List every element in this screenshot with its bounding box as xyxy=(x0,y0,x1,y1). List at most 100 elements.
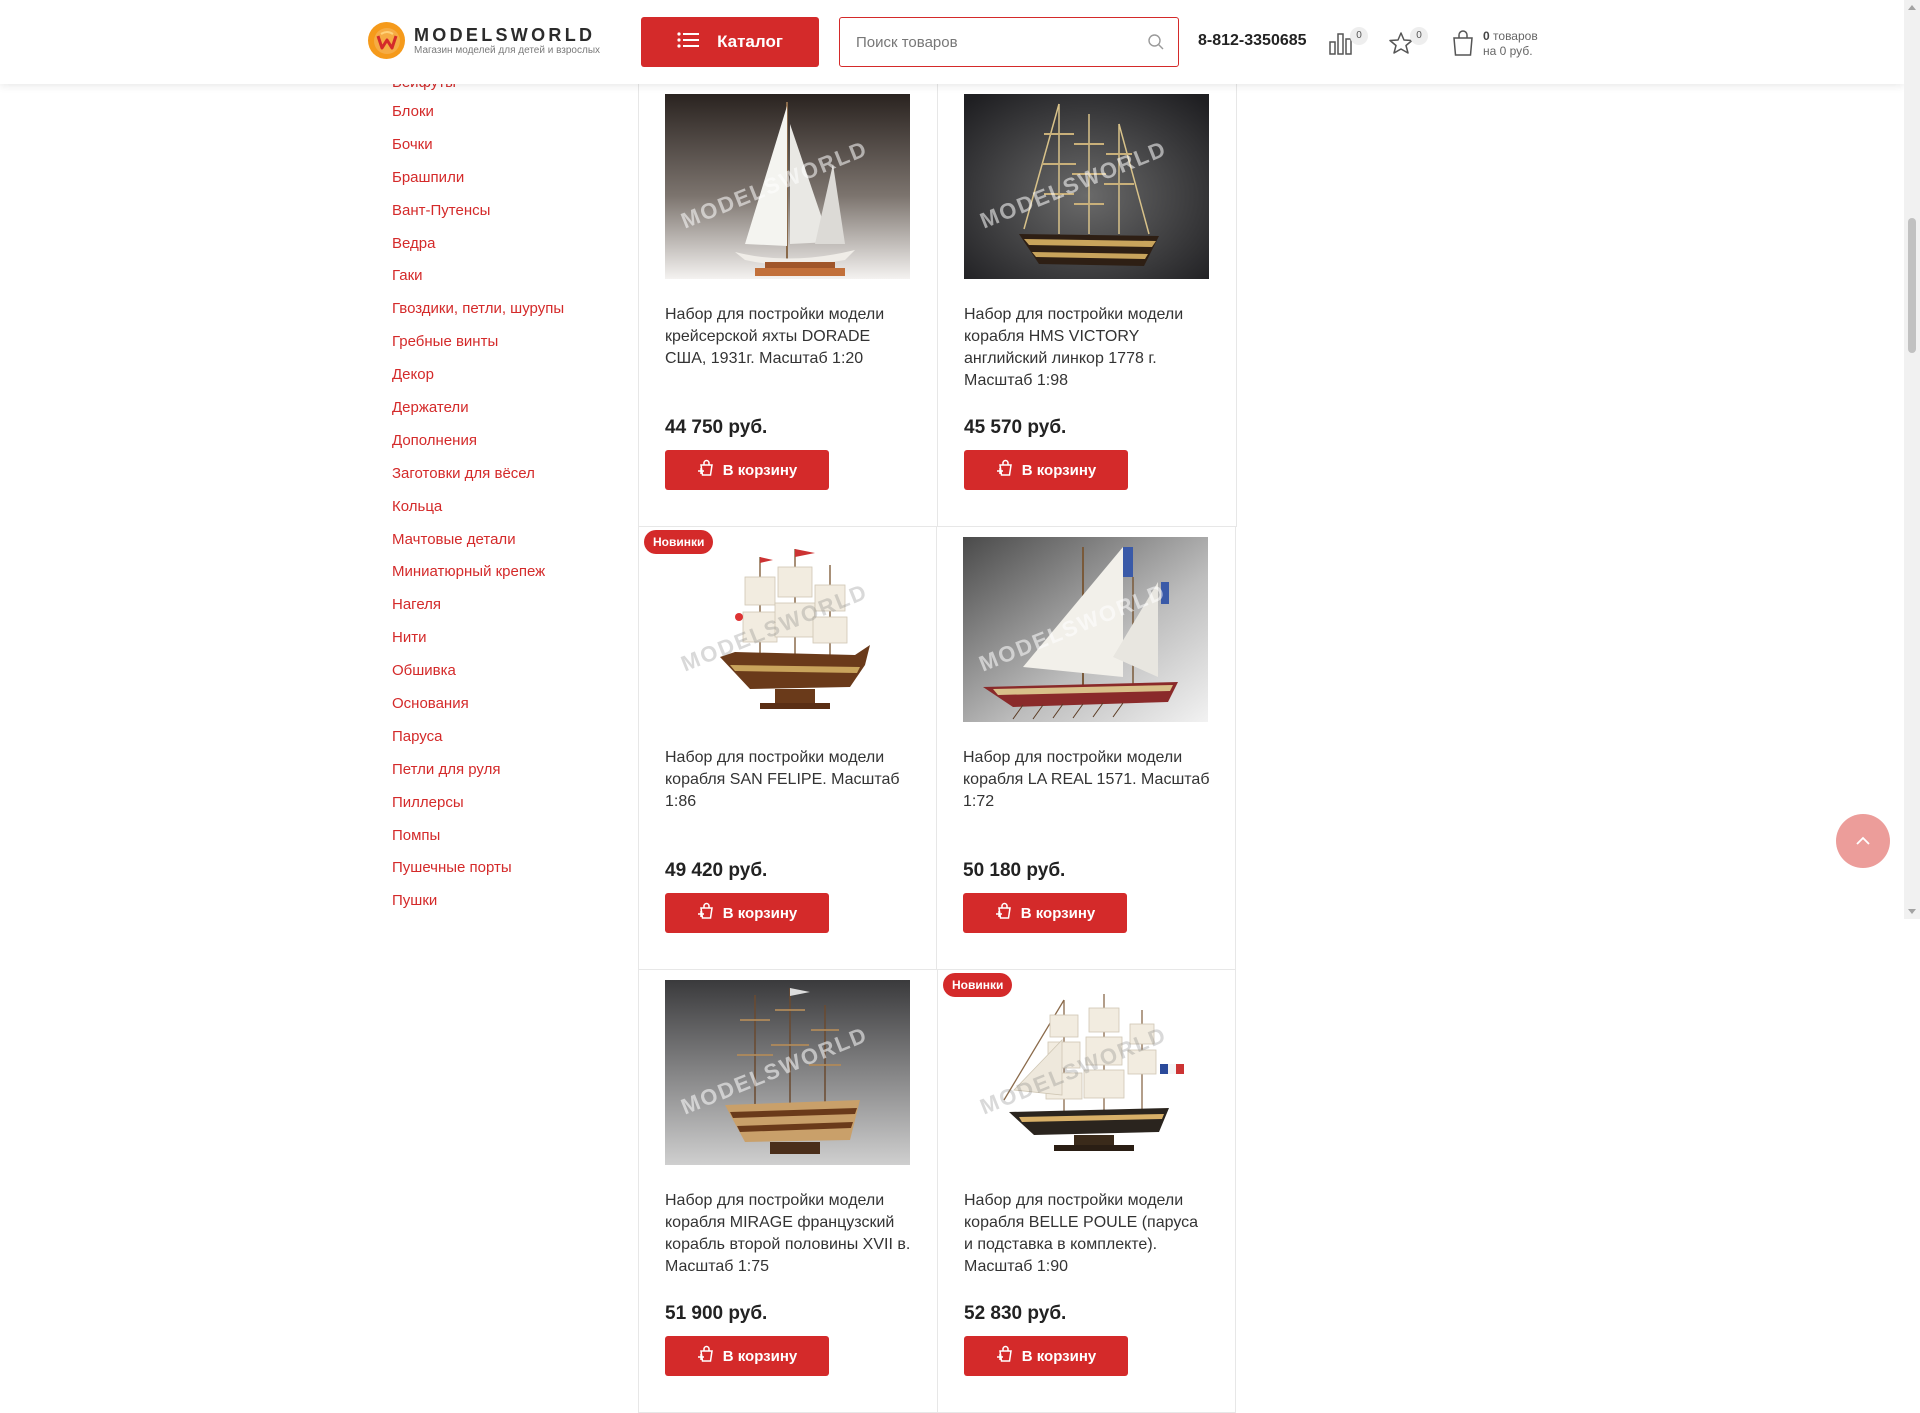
menu-icon xyxy=(677,31,700,53)
search-icon[interactable] xyxy=(1134,18,1178,66)
cart-add-icon xyxy=(697,902,715,924)
product-image[interactable]: MODELSWORLD xyxy=(963,537,1208,722)
sidebar-item-bochki[interactable]: Бочки xyxy=(392,135,632,168)
catalog-label: Каталог xyxy=(717,32,783,51)
sidebar-item-dekor[interactable]: Декор xyxy=(392,365,632,398)
back-to-top-button[interactable] xyxy=(1836,814,1890,868)
logo-tagline: Магазин моделей для детей и взрослых xyxy=(414,44,601,56)
phone-number[interactable]: 8-812-3350685 xyxy=(1198,32,1307,50)
sidebar-item-parusa[interactable]: Паруса xyxy=(392,727,632,760)
add-to-cart-label: В корзину xyxy=(1021,1347,1097,1365)
search-bar xyxy=(839,17,1179,67)
product-price: 45 570 руб. xyxy=(964,417,1067,438)
product-title[interactable]: Набор для постройки модели корабля HMS V… xyxy=(964,304,1211,414)
sidebar-item-koltsa[interactable]: Кольца xyxy=(392,497,632,530)
chevron-up-icon xyxy=(1855,834,1871,849)
product-price: 44 750 руб. xyxy=(665,417,768,438)
category-sidebar: Бейфуты Блоки Бочки Брашпили Вант-Путенс… xyxy=(392,76,632,924)
product-card: MODELSWORLD Набор для постройки модели к… xyxy=(938,84,1237,527)
scroll-thumb[interactable] xyxy=(1908,218,1916,353)
sidebar-item-dopolneniya[interactable]: Дополнения xyxy=(392,431,632,464)
logo-text: MODELSWORLD Магазин моделей для детей и … xyxy=(414,25,600,57)
product-card: Новинки MODELSWORLD Набор для постройки … xyxy=(639,527,937,970)
catalog-button[interactable]: Каталог xyxy=(641,17,819,67)
cart-add-icon xyxy=(697,1345,715,1367)
sidebar-item-brashpili[interactable]: Брашпили xyxy=(392,168,632,201)
scrollbar[interactable] xyxy=(1904,0,1920,919)
product-grid: MODELSWORLD Набор для постройки модели к… xyxy=(638,84,1534,1413)
compare-count: 0 xyxy=(1350,27,1368,45)
favorites-count: 0 xyxy=(1410,27,1428,45)
cart-items-label: товаров xyxy=(1493,29,1538,43)
product-title[interactable]: Набор для постройки модели корабля SAN F… xyxy=(665,747,911,857)
logo-icon xyxy=(368,22,405,59)
sidebar-item-pushechnye-porty[interactable]: Пушечные порты xyxy=(392,858,632,891)
product-price: 50 180 руб. xyxy=(963,860,1066,881)
product-title[interactable]: Набор для постройки модели корабля BELLE… xyxy=(964,1190,1210,1300)
add-to-cart-label: В корзину xyxy=(722,1347,798,1365)
product-image[interactable]: MODELSWORLD xyxy=(665,980,910,1165)
product-card: Новинки MODELSWORLD Набор для постройки … xyxy=(938,970,1236,1413)
sidebar-item-grebnye-vinty[interactable]: Гребные винты xyxy=(392,332,632,365)
cart-add-icon xyxy=(996,459,1014,481)
cart-icon xyxy=(1451,29,1475,62)
product-card: MODELSWORLD Набор для постройки модели к… xyxy=(639,84,938,527)
sidebar-item-zagotovki-dlya-vesel[interactable]: Заготовки для вёсел xyxy=(392,464,632,497)
add-to-cart-label: В корзину xyxy=(1021,461,1097,479)
star-icon xyxy=(1388,32,1414,60)
cart-add-icon xyxy=(996,1345,1014,1367)
add-to-cart-button[interactable]: В корзину xyxy=(665,893,829,933)
sidebar-item-pompy[interactable]: Помпы xyxy=(392,826,632,859)
product-image[interactable]: MODELSWORLD xyxy=(665,537,910,722)
compare-icon xyxy=(1328,33,1354,60)
cart-add-icon xyxy=(697,459,715,481)
product-title[interactable]: Набор для постройки модели корабля MIRAG… xyxy=(665,1190,912,1300)
cart-total: на 0 руб. xyxy=(1483,44,1533,58)
sidebar-item-vant-putensy[interactable]: Вант-Путенсы xyxy=(392,201,632,234)
sidebar-item-vedra[interactable]: Ведра xyxy=(392,234,632,267)
sidebar-item-nagelya[interactable]: Нагеля xyxy=(392,595,632,628)
sidebar-item-machtovye-detali[interactable]: Мачтовые детали xyxy=(392,530,632,563)
site-logo[interactable]: MODELSWORLD Магазин моделей для детей и … xyxy=(368,22,600,59)
sidebar-item-petli-dlya-rulya[interactable]: Петли для руля xyxy=(392,760,632,793)
cart-add-icon xyxy=(995,902,1013,924)
sidebar-item-niti[interactable]: Нити xyxy=(392,628,632,661)
product-image[interactable]: MODELSWORLD xyxy=(665,94,910,279)
site-header: MODELSWORLD Магазин моделей для детей и … xyxy=(0,0,1904,84)
cart-items-line: 0 товаров xyxy=(1483,29,1538,44)
sidebar-item-pushki[interactable]: Пушки xyxy=(392,891,632,924)
product-title[interactable]: Набор для постройки модели корабля LA RE… xyxy=(963,747,1210,857)
new-badge[interactable]: Новинки xyxy=(943,973,1013,997)
add-to-cart-button[interactable]: В корзину xyxy=(963,893,1127,933)
product-image[interactable]: MODELSWORLD xyxy=(964,980,1209,1165)
cart-summary[interactable]: 0 товаров на 0 руб. xyxy=(1451,29,1538,62)
sidebar-item-miniatyurnyi-krepezh[interactable]: Миниатюрный крепеж xyxy=(392,562,632,595)
sidebar-item-pillersy[interactable]: Пиллерсы xyxy=(392,793,632,826)
product-card: MODELSWORLD Набор для постройки модели к… xyxy=(639,970,938,1413)
sidebar-item-derzhateli[interactable]: Держатели xyxy=(392,398,632,431)
add-to-cart-button[interactable]: В корзину xyxy=(964,1336,1128,1376)
scroll-up-arrow[interactable] xyxy=(1908,5,1916,10)
product-title[interactable]: Набор для постройки модели крейсерской я… xyxy=(665,304,912,414)
sidebar-item-osnovaniya[interactable]: Основания xyxy=(392,694,632,727)
product-image[interactable]: MODELSWORLD xyxy=(964,94,1209,279)
new-badge[interactable]: Новинки xyxy=(644,530,714,554)
add-to-cart-button[interactable]: В корзину xyxy=(964,450,1128,490)
logo-name: MODELSWORLD xyxy=(414,24,596,45)
add-to-cart-button[interactable]: В корзину xyxy=(665,1336,829,1376)
sidebar-item-gvozdiki[interactable]: Гвоздики, петли, шурупы xyxy=(392,299,632,332)
product-price: 52 830 руб. xyxy=(964,1303,1067,1324)
scroll-down-arrow[interactable] xyxy=(1908,909,1916,914)
sidebar-item-obshivka[interactable]: Обшивка xyxy=(392,661,632,694)
cart-items-count: 0 xyxy=(1483,29,1490,43)
add-to-cart-button[interactable]: В корзину xyxy=(665,450,829,490)
compare-button[interactable]: 0 xyxy=(1328,27,1368,60)
product-price: 51 900 руб. xyxy=(665,1303,768,1324)
sidebar-item-bloki[interactable]: Блоки xyxy=(392,102,632,135)
sidebar-item-gaki[interactable]: Гаки xyxy=(392,266,632,299)
product-card: MODELSWORLD Набор для постройки модели к… xyxy=(937,527,1236,970)
search-input[interactable] xyxy=(840,18,1134,66)
favorites-button[interactable]: 0 xyxy=(1388,27,1428,60)
product-price: 49 420 руб. xyxy=(665,860,768,881)
cart-summary-text: 0 товаров на 0 руб. xyxy=(1483,29,1538,62)
